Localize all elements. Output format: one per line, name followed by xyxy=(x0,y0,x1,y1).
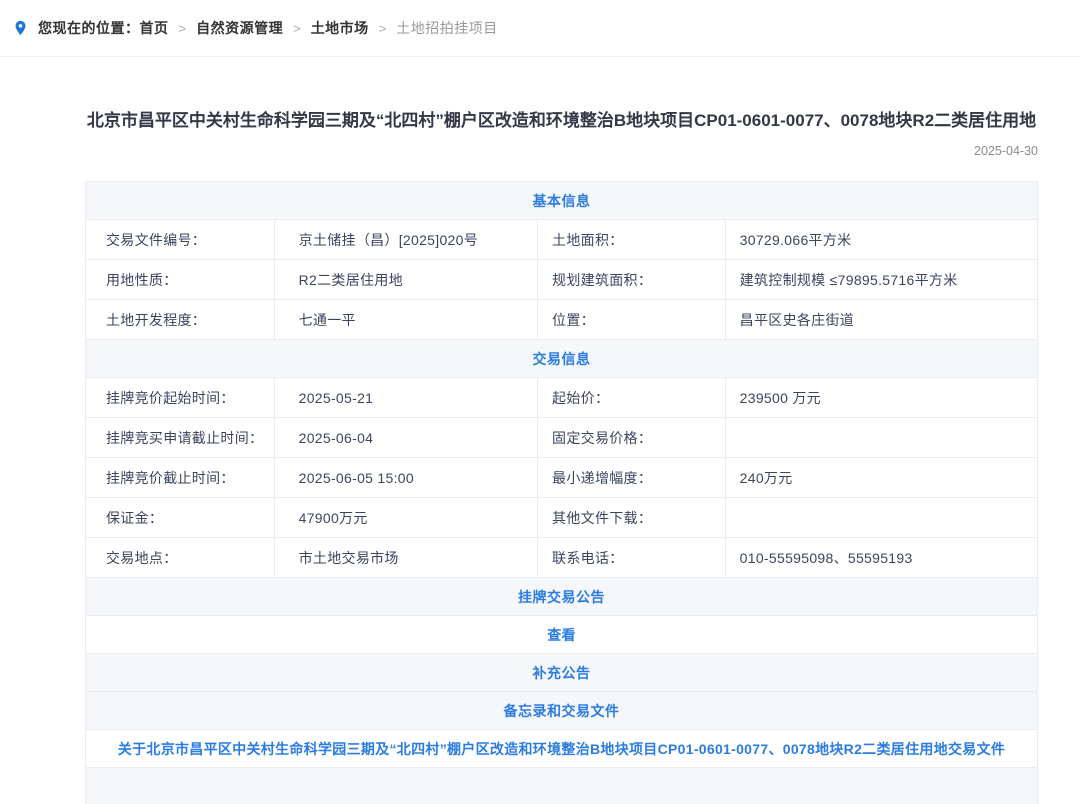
field-label: 用地性质： xyxy=(86,260,274,299)
section-title: 挂牌交易公告 xyxy=(518,587,605,607)
breadcrumb-item-4: 土地招拍挂项目 xyxy=(396,18,498,38)
field-value: 240万元 xyxy=(725,458,1037,497)
field-value: R2二类居住用地 xyxy=(274,260,537,299)
section-header-row: 基本信息 xyxy=(86,182,1037,220)
breadcrumb-bar: 您现在的位置： 首页 > 自然资源管理 > 土地市场 > 土地招拍挂项目 xyxy=(0,0,1080,57)
document-link-row: 关于北京市昌平区中关村生命科学园三期及“北四村”棚户区改造和环境整治B地块项目C… xyxy=(86,730,1037,768)
field-value: 市土地交易市场 xyxy=(274,538,537,577)
field-label: 挂牌竞价截止时间： xyxy=(86,458,274,497)
field-value: 建筑控制规模 ≤79895.5716平方米 xyxy=(725,260,1037,299)
section-title: 补充公告 xyxy=(533,663,591,683)
document-link[interactable]: 关于北京市昌平区中关村生命科学园三期及“北四村”棚户区改造和环境整治B地块项目C… xyxy=(118,739,1005,759)
section-header-row: 补充公告 xyxy=(86,654,1037,692)
field-label: 挂牌竞买申请截止时间： xyxy=(86,418,274,457)
document-link-row: 查看 xyxy=(86,616,1037,654)
field-value: 30729.066平方米 xyxy=(725,220,1037,259)
breadcrumb-item-1[interactable]: 首页 xyxy=(140,18,169,38)
field-value: 昌平区史各庄街道 xyxy=(725,300,1037,339)
table-row: 交易地点：市土地交易市场联系电话：010-55595098、55595193 xyxy=(86,538,1037,578)
table-row: 保证金：47900万元其他文件下载： xyxy=(86,498,1037,538)
field-label: 最小递增幅度： xyxy=(537,458,725,497)
field-label: 交易地点： xyxy=(86,538,274,577)
breadcrumb-item-3[interactable]: 土地市场 xyxy=(311,18,369,38)
info-table: 基本信息交易文件编号：京土储挂（昌）[2025]020号土地面积：30729.0… xyxy=(85,181,1038,804)
document-link[interactable]: 查看 xyxy=(547,625,576,645)
field-value: 七通一平 xyxy=(274,300,537,339)
field-value: 京土储挂（昌）[2025]020号 xyxy=(274,220,537,259)
section-title: 备忘录和交易文件 xyxy=(504,701,620,721)
section-title: 交易信息 xyxy=(533,349,591,369)
field-value xyxy=(725,418,1037,457)
field-value: 010-55595098、55595193 xyxy=(725,538,1037,577)
section-header-row xyxy=(86,768,1037,804)
field-label: 起始价： xyxy=(537,378,725,417)
field-value: 239500 万元 xyxy=(725,378,1037,417)
section-header-row: 交易信息 xyxy=(86,340,1037,378)
field-value: 2025-06-04 xyxy=(274,418,537,457)
table-row: 土地开发程度：七通一平位置：昌平区史各庄街道 xyxy=(86,300,1037,340)
field-value: 2025-05-21 xyxy=(274,378,537,417)
field-label: 保证金： xyxy=(86,498,274,537)
breadcrumb-item-2[interactable]: 自然资源管理 xyxy=(196,18,283,38)
field-label: 固定交易价格： xyxy=(537,418,725,457)
breadcrumb-separator: > xyxy=(379,21,387,36)
field-value: 47900万元 xyxy=(274,498,537,537)
field-label: 土地面积： xyxy=(537,220,725,259)
table-row: 用地性质：R2二类居住用地规划建筑面积：建筑控制规模 ≤79895.5716平方… xyxy=(86,260,1037,300)
field-label: 挂牌竞价起始时间： xyxy=(86,378,274,417)
field-label: 交易文件编号： xyxy=(86,220,274,259)
breadcrumb-label: 您现在的位置： xyxy=(38,18,140,38)
field-label: 其他文件下载： xyxy=(537,498,725,537)
field-label: 土地开发程度： xyxy=(86,300,274,339)
field-label: 规划建筑面积： xyxy=(537,260,725,299)
section-title: 基本信息 xyxy=(533,191,591,211)
table-row: 挂牌竞买申请截止时间：2025-06-04固定交易价格： xyxy=(86,418,1037,458)
field-label: 位置： xyxy=(537,300,725,339)
page-title: 北京市昌平区中关村生命科学园三期及“北四村”棚户区改造和环境整治B地块项目CP0… xyxy=(85,107,1038,135)
location-pin-icon xyxy=(12,18,29,38)
field-value: 2025-06-05 15:00 xyxy=(274,458,537,497)
breadcrumb-separator: > xyxy=(179,21,187,36)
table-row: 挂牌竞价起始时间：2025-05-21起始价：239500 万元 xyxy=(86,378,1037,418)
field-label: 联系电话： xyxy=(537,538,725,577)
table-row: 挂牌竞价截止时间：2025-06-05 15:00最小递增幅度：240万元 xyxy=(86,458,1037,498)
publish-date: 2025-04-30 xyxy=(85,144,1038,158)
breadcrumb: 首页 > 自然资源管理 > 土地市场 > 土地招拍挂项目 xyxy=(140,18,498,38)
breadcrumb-separator: > xyxy=(293,21,301,36)
field-value xyxy=(725,498,1037,537)
content-area: 北京市昌平区中关村生命科学园三期及“北四村”棚户区改造和环境整治B地块项目CP0… xyxy=(85,107,1038,804)
table-row: 交易文件编号：京土储挂（昌）[2025]020号土地面积：30729.066平方… xyxy=(86,220,1037,260)
section-header-row: 备忘录和交易文件 xyxy=(86,692,1037,730)
section-header-row: 挂牌交易公告 xyxy=(86,578,1037,616)
